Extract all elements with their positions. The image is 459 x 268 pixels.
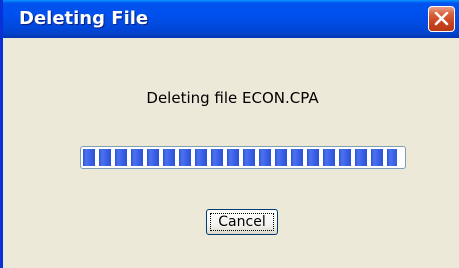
window-title: Deleting File: [19, 8, 149, 29]
progress-fill: [83, 149, 397, 166]
dialog-body: Deleting file ECON.CPA Cancel: [3, 38, 459, 268]
close-button[interactable]: [428, 6, 455, 32]
status-message: Deleting file ECON.CPA: [146, 89, 319, 107]
title-bar[interactable]: Deleting File: [3, 0, 459, 38]
progress-bar: [80, 146, 406, 169]
close-icon: [434, 12, 449, 26]
cancel-button-label: Cancel: [218, 214, 266, 230]
dialog-window: Deleting File Deleting file ECON.CPA Can…: [0, 0, 459, 268]
cancel-button[interactable]: Cancel: [206, 209, 278, 235]
